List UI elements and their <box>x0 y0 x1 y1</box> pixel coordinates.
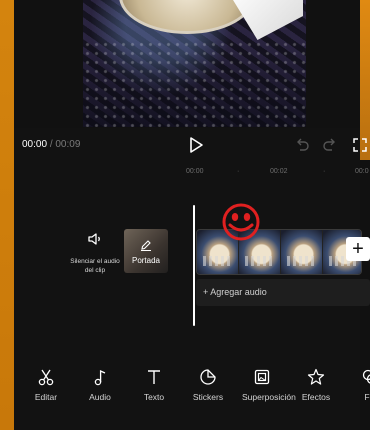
bottom-toolbar: Editar Audio Texto Stickers Superposició… <box>14 368 370 430</box>
play-icon[interactable] <box>187 136 205 154</box>
tool-label: Texto <box>143 392 165 402</box>
current-time: 00:00 <box>22 139 48 150</box>
time-display: 00:00 / 00:09 <box>22 139 80 150</box>
undo-icon[interactable] <box>294 137 310 153</box>
red-smiley-sticker-icon[interactable] <box>219 202 263 242</box>
tool-filtros[interactable]: Filt <box>344 368 370 403</box>
preview-texture <box>83 40 306 127</box>
tool-label: Editar <box>34 392 58 402</box>
total-time: 00:09 <box>55 139 81 150</box>
preview-cup <box>119 0 255 34</box>
cover-label: Portada <box>131 256 161 265</box>
tool-texto[interactable]: Texto <box>128 368 180 403</box>
tool-efectos[interactable]: Efectos <box>290 368 342 403</box>
filter-icon <box>362 369 370 384</box>
playhead[interactable] <box>193 205 195 326</box>
ruler-label: 00:00 <box>186 168 204 175</box>
add-clip-button[interactable]: + <box>346 237 370 261</box>
timeline-ruler: 00:00 · 00:02 · 00:0 <box>14 162 369 180</box>
add-audio-label: + Agregar audio <box>203 287 267 297</box>
effects-star-icon <box>307 368 325 385</box>
cover-button[interactable]: Portada <box>124 229 168 273</box>
ruler-label: 00:02 <box>270 168 288 175</box>
clip-frame <box>281 230 323 274</box>
ruler-dot: · <box>323 168 326 175</box>
speaker-icon <box>88 233 100 245</box>
ruler-label: 00:0 <box>355 168 369 175</box>
sticker-icon <box>200 369 216 385</box>
fullscreen-icon[interactable] <box>352 137 368 153</box>
tool-editar[interactable]: Editar <box>20 368 72 403</box>
tool-label: Superposición <box>242 392 296 402</box>
tool-label: Efectos <box>301 392 331 402</box>
time-separator: / <box>49 139 53 150</box>
redo-icon[interactable] <box>322 137 338 153</box>
video-preview[interactable] <box>83 0 306 127</box>
scissors-icon <box>38 369 54 386</box>
tool-label: Audio <box>89 392 111 402</box>
preview-napkin <box>233 0 303 40</box>
mute-label: Silenciar el audio del clip <box>70 258 120 274</box>
tool-label: Filt <box>364 392 370 402</box>
tool-audio[interactable]: Audio <box>74 368 126 403</box>
mute-clip-audio-button[interactable]: Silenciar el audio del clip <box>70 232 120 275</box>
tool-label: Stickers <box>192 392 224 402</box>
tool-stickers[interactable]: Stickers <box>182 368 234 403</box>
edit-pencil-icon <box>141 240 151 251</box>
music-note-icon <box>94 369 106 386</box>
background-edge-right <box>360 0 370 160</box>
overlay-icon <box>254 369 270 385</box>
background-edge-left <box>0 0 14 430</box>
ruler-dot: · <box>237 168 240 175</box>
text-icon <box>148 370 160 384</box>
tool-superposicion[interactable]: Superposición <box>236 368 296 403</box>
add-audio-button[interactable]: + Agregar audio <box>196 279 370 306</box>
